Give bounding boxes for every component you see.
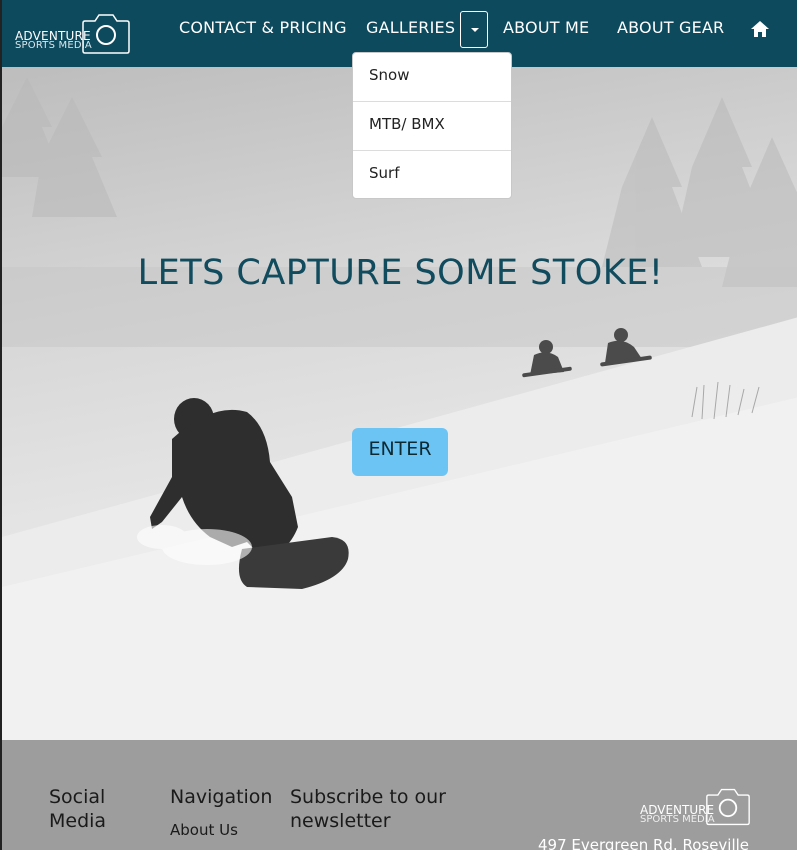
brand-logo[interactable]: ADVENTURE SPORTS MEDIA bbox=[13, 13, 133, 57]
galleries-dropdown-menu: Snow MTB/ BMX Surf bbox=[352, 52, 512, 199]
dropdown-item-mtb-bmx[interactable]: MTB/ BMX bbox=[353, 102, 511, 151]
nav-contact-pricing[interactable]: CONTACT & PRICING bbox=[179, 18, 347, 37]
footer-about-link[interactable]: About Us bbox=[170, 821, 238, 839]
galleries-dropdown-toggle[interactable] bbox=[460, 11, 488, 48]
home-icon[interactable] bbox=[750, 20, 770, 38]
camera-icon bbox=[706, 788, 750, 826]
camera-icon bbox=[82, 14, 130, 54]
hero-title: LETS CAPTURE SOME STOKE! bbox=[137, 253, 664, 293]
nav-galleries[interactable]: GALLERIES bbox=[366, 18, 455, 37]
footer-subscribe-heading: Subscribe to our newsletter bbox=[290, 786, 446, 832]
nav-about-gear[interactable]: ABOUT GEAR bbox=[617, 18, 724, 37]
footer-address: 497 Evergreen Rd. Roseville bbox=[538, 836, 750, 850]
footer-brand-logo[interactable]: ADVENTURE SPORTS MEDIA bbox=[639, 787, 759, 831]
footer: Social Media Navigation Subscribe to our… bbox=[0, 740, 797, 850]
footer-navigation-heading: Navigation bbox=[170, 786, 273, 808]
caret-down-icon bbox=[471, 28, 479, 32]
enter-button[interactable]: ENTER bbox=[352, 428, 448, 476]
dropdown-item-snow[interactable]: Snow bbox=[353, 53, 511, 102]
dropdown-item-surf[interactable]: Surf bbox=[353, 151, 511, 200]
footer-social-heading: Social Media bbox=[49, 786, 107, 832]
nav-about-me[interactable]: ABOUT ME bbox=[503, 18, 589, 37]
footer-brand-line2: SPORTS MEDIA bbox=[640, 814, 715, 825]
